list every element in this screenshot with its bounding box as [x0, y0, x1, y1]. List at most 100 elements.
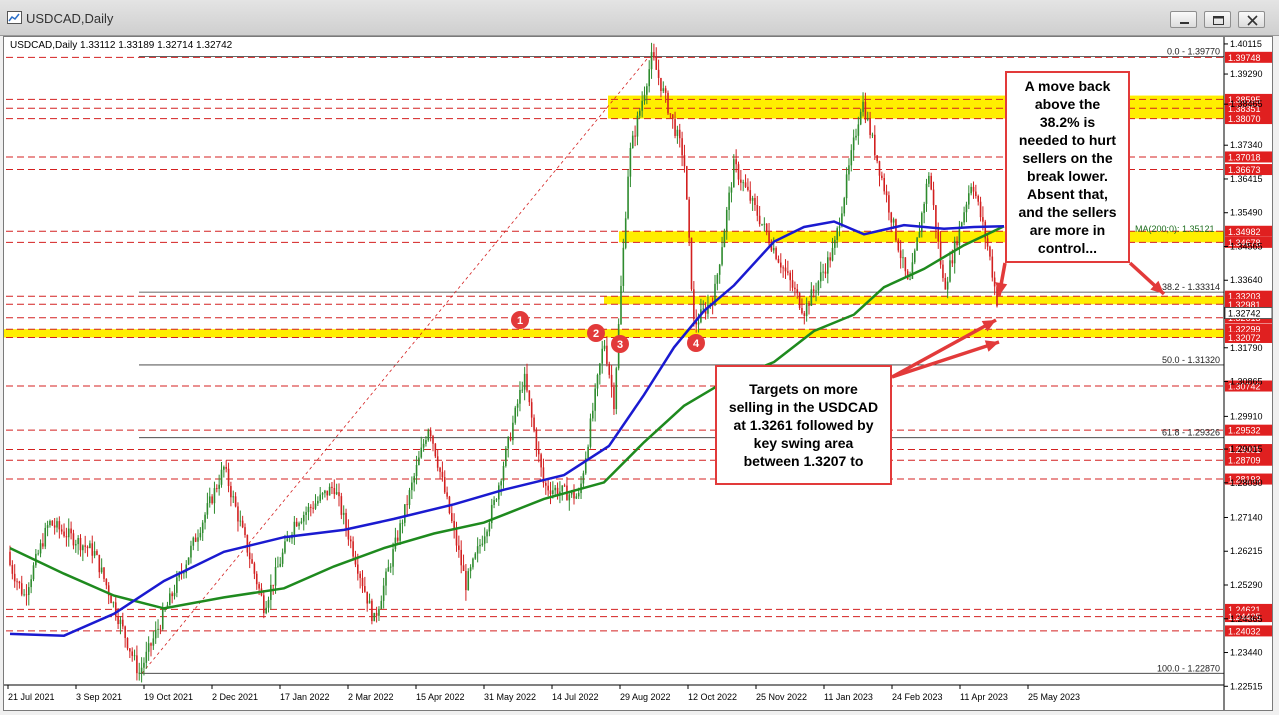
- candle-body: [664, 88, 667, 93]
- time-tick-label: 29 Aug 2022: [620, 692, 671, 702]
- candle-body: [958, 226, 961, 246]
- time-tick-label: 19 Oct 2021: [144, 692, 193, 702]
- candle-body: [892, 219, 895, 223]
- candle-body: [173, 592, 176, 597]
- candle-body: [911, 262, 914, 279]
- candle-body: [577, 493, 580, 497]
- candle-body: [436, 456, 439, 468]
- candle-body: [991, 256, 994, 278]
- level-label: 1.32072: [1228, 333, 1261, 343]
- candle-body: [787, 271, 789, 273]
- candle-body: [312, 507, 314, 509]
- candle-body: [575, 496, 578, 499]
- candle-body: [208, 496, 211, 504]
- annotation-line: control...: [1037, 240, 1098, 256]
- candle-body: [876, 155, 878, 162]
- candle-body: [747, 186, 749, 191]
- candle-body: [834, 239, 836, 248]
- candle-body: [653, 52, 655, 59]
- candle-body: [53, 525, 56, 528]
- level-label: 1.38070: [1228, 114, 1261, 124]
- candle-body: [84, 545, 86, 547]
- candle-body: [91, 543, 94, 556]
- candle-body: [864, 101, 867, 120]
- candle-body: [822, 271, 824, 273]
- candle-body: [86, 546, 89, 549]
- candle-body: [251, 559, 253, 564]
- candle-body: [721, 247, 723, 265]
- candle-body: [302, 514, 305, 522]
- candle-body: [373, 612, 376, 622]
- minimize-button[interactable]: [1170, 11, 1197, 28]
- candle-body: [152, 638, 155, 646]
- candle-body: [601, 348, 603, 364]
- candle-body: [420, 447, 423, 458]
- candle-body: [67, 528, 70, 538]
- candle-body: [589, 418, 592, 447]
- candle-body: [956, 240, 958, 246]
- candle-body: [411, 482, 413, 491]
- candle-body: [93, 551, 96, 556]
- candle-body: [829, 257, 831, 261]
- chart-window[interactable]: 0.0 - 1.39770 38.2 - 1.33314 50.0 - 1.3132…: [3, 36, 1273, 711]
- candle-body: [592, 410, 594, 419]
- candle-body: [657, 69, 660, 78]
- close-button[interactable]: [1238, 11, 1265, 28]
- annotation-arrowhead: [984, 340, 999, 352]
- candle-body: [138, 672, 141, 674]
- candle-body: [878, 161, 881, 176]
- candle-body: [845, 174, 848, 199]
- candle-body: [859, 111, 862, 125]
- candle-body: [368, 600, 371, 604]
- candle-body: [549, 490, 552, 494]
- candle-body: [899, 250, 902, 259]
- candle-body: [150, 643, 152, 646]
- candle-body: [812, 289, 815, 292]
- candle-body: [942, 264, 944, 278]
- candle-body: [79, 538, 82, 551]
- time-tick-label: 25 May 2023: [1028, 692, 1080, 702]
- fib-label: 50.0 - 1.31320: [1162, 355, 1220, 365]
- candle-body: [780, 262, 782, 268]
- candle-body: [751, 197, 754, 201]
- candle-body: [928, 175, 930, 184]
- annotation-line: at 1.3261 followed by: [733, 417, 874, 433]
- candle-body: [126, 637, 129, 649]
- candle-body: [171, 593, 173, 597]
- level-label: 1.28709: [1228, 456, 1261, 466]
- annotation-line: break lower.: [1027, 168, 1108, 184]
- candle-body: [20, 583, 23, 595]
- candle-body: [944, 277, 947, 290]
- candle-body: [740, 179, 742, 183]
- candle-body: [105, 578, 108, 586]
- restore-button[interactable]: [1204, 11, 1231, 28]
- candle-body: [169, 593, 171, 606]
- candle-body: [982, 217, 984, 222]
- candle-body: [364, 586, 366, 592]
- candle-body: [568, 494, 571, 501]
- candle-body: [270, 584, 272, 600]
- candle-body: [37, 553, 39, 555]
- candle-body: [646, 86, 648, 95]
- candle-body: [380, 600, 383, 609]
- candle-body: [131, 651, 133, 656]
- candle-body: [688, 199, 690, 238]
- candle-body: [422, 443, 425, 448]
- candle-body: [495, 499, 498, 501]
- annotation-line: key swing area: [753, 435, 854, 451]
- candle-body: [852, 137, 855, 151]
- time-tick-label: 14 Jul 2022: [552, 692, 599, 702]
- price-tick-label: 1.29910: [1230, 411, 1263, 421]
- candle-body: [399, 523, 401, 541]
- price-tick-label: 1.33640: [1230, 275, 1263, 285]
- candle-body: [18, 581, 21, 584]
- candle-body: [201, 522, 204, 533]
- candle-body: [136, 655, 138, 674]
- level-label: 1.37018: [1228, 152, 1261, 162]
- fib-label: 100.0 - 1.22870: [1157, 663, 1220, 673]
- candle-body: [744, 182, 747, 187]
- yellow-band: [4, 329, 1224, 338]
- candle-body: [483, 536, 486, 544]
- price-tick-label: 1.38465: [1230, 99, 1263, 109]
- candle-body: [154, 629, 157, 639]
